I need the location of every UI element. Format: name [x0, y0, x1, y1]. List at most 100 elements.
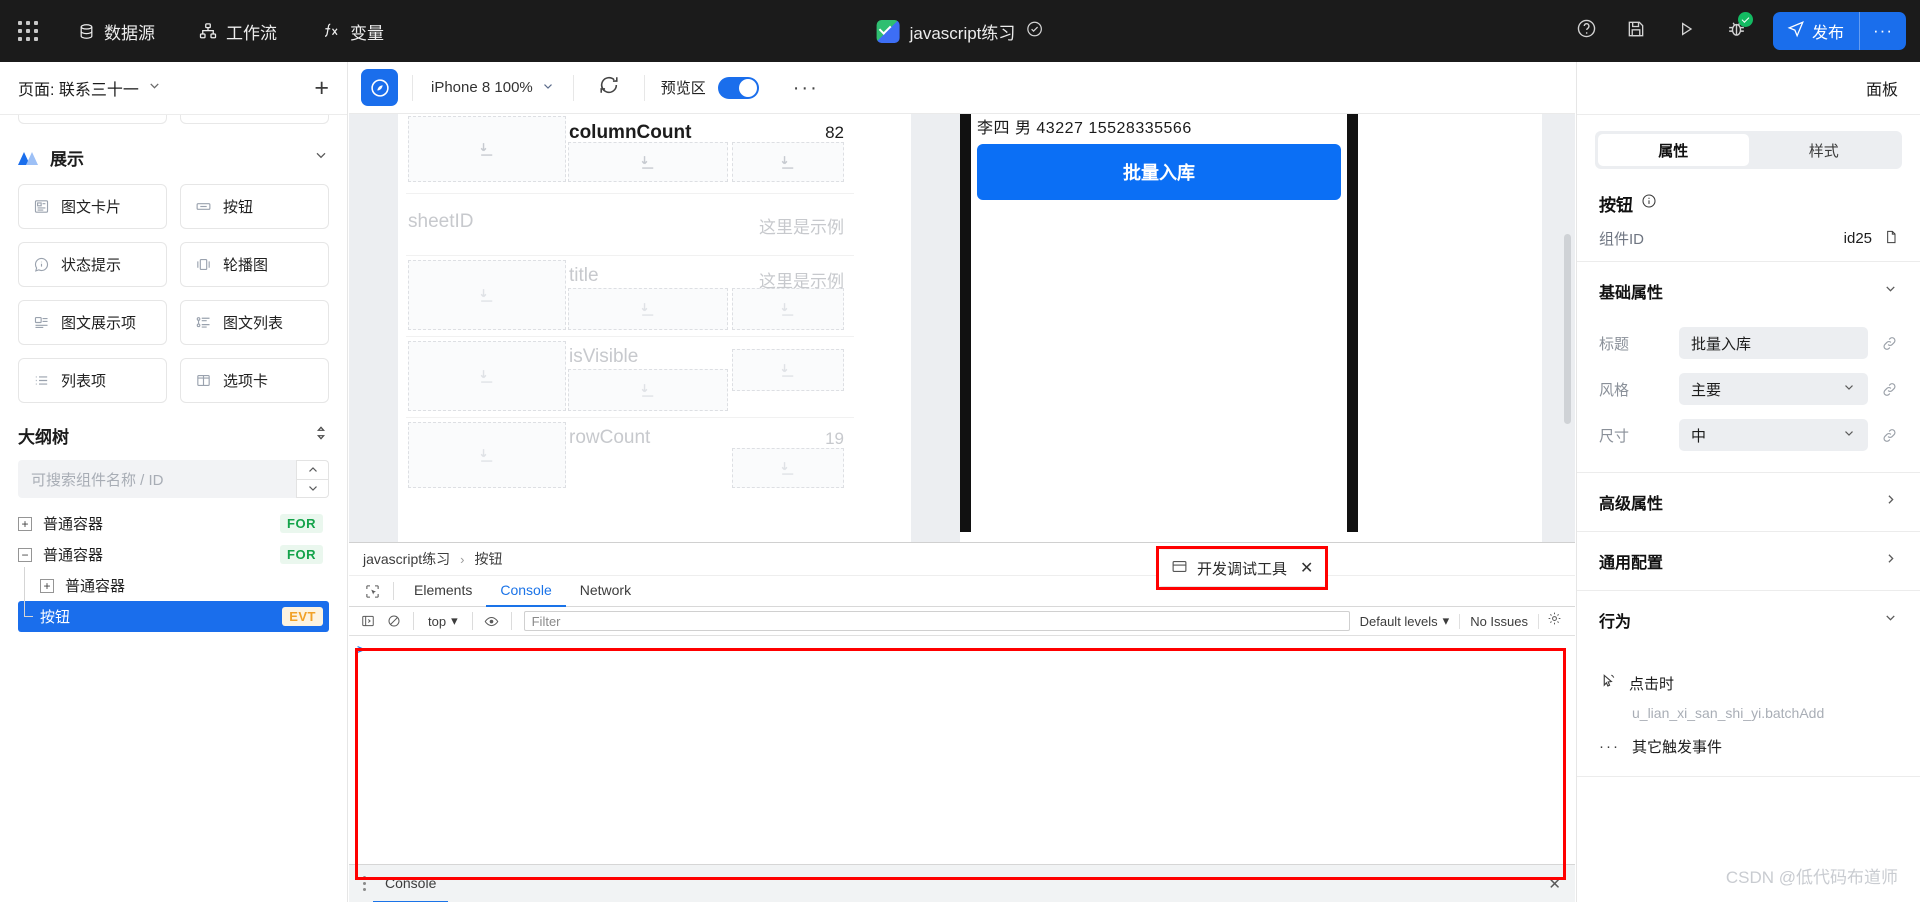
field-style-select[interactable]: 主要	[1679, 373, 1868, 405]
devtools-toggle-pill[interactable]: 开发调试工具 ✕	[1159, 550, 1326, 586]
menu-variable[interactable]: 变量	[299, 0, 406, 62]
tree-collapse-icon[interactable]: −	[18, 547, 32, 562]
section-advanced-properties[interactable]: 高级属性	[1577, 472, 1920, 531]
field-size-select[interactable]: 中	[1679, 419, 1868, 451]
tree-node-container-2[interactable]: − 普通容器 FOR	[18, 539, 329, 570]
devtools-tabs: Elements Console Network	[349, 576, 1575, 607]
console-settings-button[interactable]	[1539, 611, 1569, 631]
component-card-button[interactable]: 按钮	[180, 184, 329, 229]
section-common-config[interactable]: 通用配置	[1577, 531, 1920, 590]
help-button[interactable]	[1561, 0, 1611, 62]
tree-node-button-selected[interactable]: 按钮 EVT	[18, 598, 329, 632]
drawer-close-button[interactable]: ✕	[1534, 875, 1575, 893]
drop-placeholder[interactable]	[568, 288, 728, 330]
section-display-header[interactable]: 展示	[0, 131, 347, 180]
component-card-tabs[interactable]: 选项卡	[180, 358, 329, 403]
tree-expand-icon[interactable]: +	[18, 516, 32, 531]
project-title-group[interactable]: javascript练习	[876, 19, 1044, 44]
outline-search-input[interactable]: 可搜索组件名称 / ID	[18, 460, 296, 498]
search-next-button[interactable]	[296, 478, 329, 498]
component-card-image-text-item[interactable]: 图文展示项	[18, 300, 167, 345]
debug-button[interactable]	[1711, 0, 1761, 62]
drop-placeholder[interactable]	[732, 448, 844, 488]
panel-label[interactable]: 面板	[1866, 76, 1898, 100]
section-behavior[interactable]: 行为	[1577, 590, 1920, 649]
drop-placeholder[interactable]	[408, 116, 566, 182]
field-size-value: 中	[1691, 427, 1707, 445]
tab-styles[interactable]: 样式	[1749, 134, 1900, 166]
tree-expand-icon[interactable]: +	[40, 578, 54, 593]
drop-placeholder[interactable]	[568, 369, 728, 411]
canvas-more-button[interactable]: ···	[775, 78, 837, 98]
preview-toggle-switch[interactable]	[717, 76, 759, 99]
canvas-scroll-area[interactable]: columnCount 82 sheetID 这里是示例 title 这里是示例…	[398, 114, 1575, 542]
drop-placeholder[interactable]	[732, 349, 844, 391]
component-card-list-item[interactable]: 列表项	[18, 358, 167, 403]
publish-button[interactable]: 发布 ···	[1773, 12, 1906, 50]
breadcrumb-component[interactable]: 按钮	[474, 549, 502, 569]
tab-elements[interactable]: Elements	[400, 576, 486, 607]
drop-placeholder[interactable]	[568, 142, 728, 182]
console-levels-selector[interactable]: Default levels ▾	[1350, 613, 1460, 629]
console-issues-button[interactable]: No Issues	[1459, 613, 1539, 629]
publish-main[interactable]: 发布	[1773, 12, 1861, 50]
chevron-down-icon[interactable]	[313, 147, 329, 168]
ghost-row-isVisible[interactable]: isVisible	[406, 337, 854, 418]
copy-icon[interactable]	[1882, 229, 1898, 249]
clear-console-button[interactable]	[381, 607, 407, 636]
ghost-row-columnCount[interactable]: columnCount 82	[406, 114, 854, 194]
info-icon[interactable]	[1641, 193, 1657, 214]
component-card-image-text-card[interactable]: 图文卡片	[18, 184, 167, 229]
breadcrumb-project[interactable]: javascript练习	[363, 549, 450, 569]
search-prev-button[interactable]	[296, 460, 329, 479]
behavior-other-events[interactable]: ··· 其它触发事件	[1577, 727, 1920, 766]
add-page-button[interactable]: +	[314, 75, 329, 101]
tab-console[interactable]: Console	[486, 576, 566, 607]
phone-screen[interactable]: 李四 男 43227 15528335566 批量入库	[971, 114, 1347, 532]
ghost-row-sheetID[interactable]: sheetID 这里是示例	[406, 194, 854, 256]
menu-workflow[interactable]: 工作流	[177, 0, 299, 62]
canvas-scrollbar[interactable]	[1564, 234, 1571, 424]
phone-batch-add-button[interactable]: 批量入库	[977, 144, 1341, 200]
tree-node-container-3[interactable]: + 普通容器	[18, 567, 329, 601]
run-preview-button[interactable]	[1661, 0, 1711, 62]
bind-link-icon[interactable]	[1868, 427, 1898, 444]
component-card-status-tip[interactable]: 状态提示	[18, 242, 167, 287]
bind-link-icon[interactable]	[1868, 381, 1898, 398]
publish-more-button[interactable]: ···	[1860, 12, 1906, 50]
drop-placeholder[interactable]	[408, 341, 566, 411]
live-expression-button[interactable]	[479, 607, 505, 636]
ghost-row-title[interactable]: title 这里是示例	[406, 256, 854, 337]
drawer-tab-console[interactable]: Console	[373, 865, 449, 902]
tab-network[interactable]: Network	[566, 576, 645, 607]
behavior-trigger-value[interactable]: u_lian_xi_san_shi_yi.batchAdd	[1577, 703, 1920, 727]
drop-placeholder[interactable]	[408, 260, 566, 330]
console-context-selector[interactable]: top ▾	[420, 613, 466, 629]
tree-node-container-1[interactable]: + 普通容器 FOR	[18, 508, 329, 539]
console-sidebar-toggle-button[interactable]	[355, 607, 381, 636]
device-size-selector[interactable]: iPhone 8 100%	[413, 79, 573, 97]
drop-placeholder[interactable]	[732, 142, 844, 182]
inspect-element-button[interactable]	[357, 576, 387, 607]
field-title-input[interactable]: 批量入库	[1679, 327, 1868, 359]
drop-placeholder[interactable]	[732, 288, 844, 330]
save-button[interactable]	[1611, 0, 1661, 62]
section-basic-properties[interactable]: 基础属性	[1577, 261, 1920, 320]
close-icon[interactable]: ✕	[1300, 558, 1313, 578]
expand-collapse-icon[interactable]	[313, 424, 329, 447]
apps-grid-button[interactable]	[0, 21, 56, 41]
drop-placeholder[interactable]	[408, 422, 566, 488]
ghost-row-rowCount[interactable]: rowCount 19	[406, 418, 854, 488]
console-output-area[interactable]: >	[349, 636, 1575, 851]
component-card-carousel[interactable]: 轮播图	[180, 242, 329, 287]
drawer-menu-button[interactable]	[355, 876, 373, 891]
refresh-button[interactable]	[574, 74, 644, 101]
miniprogram-logo-icon[interactable]	[361, 69, 398, 106]
component-card-image-text-list[interactable]: 图文列表	[180, 300, 329, 345]
behavior-on-click[interactable]: 点击时	[1577, 663, 1920, 703]
menu-datasource[interactable]: 数据源	[56, 0, 177, 62]
bind-link-icon[interactable]	[1868, 335, 1898, 352]
tab-properties[interactable]: 属性	[1598, 134, 1749, 166]
chevron-down-icon[interactable]	[147, 78, 162, 98]
console-filter-input[interactable]: Filter	[523, 611, 1350, 631]
